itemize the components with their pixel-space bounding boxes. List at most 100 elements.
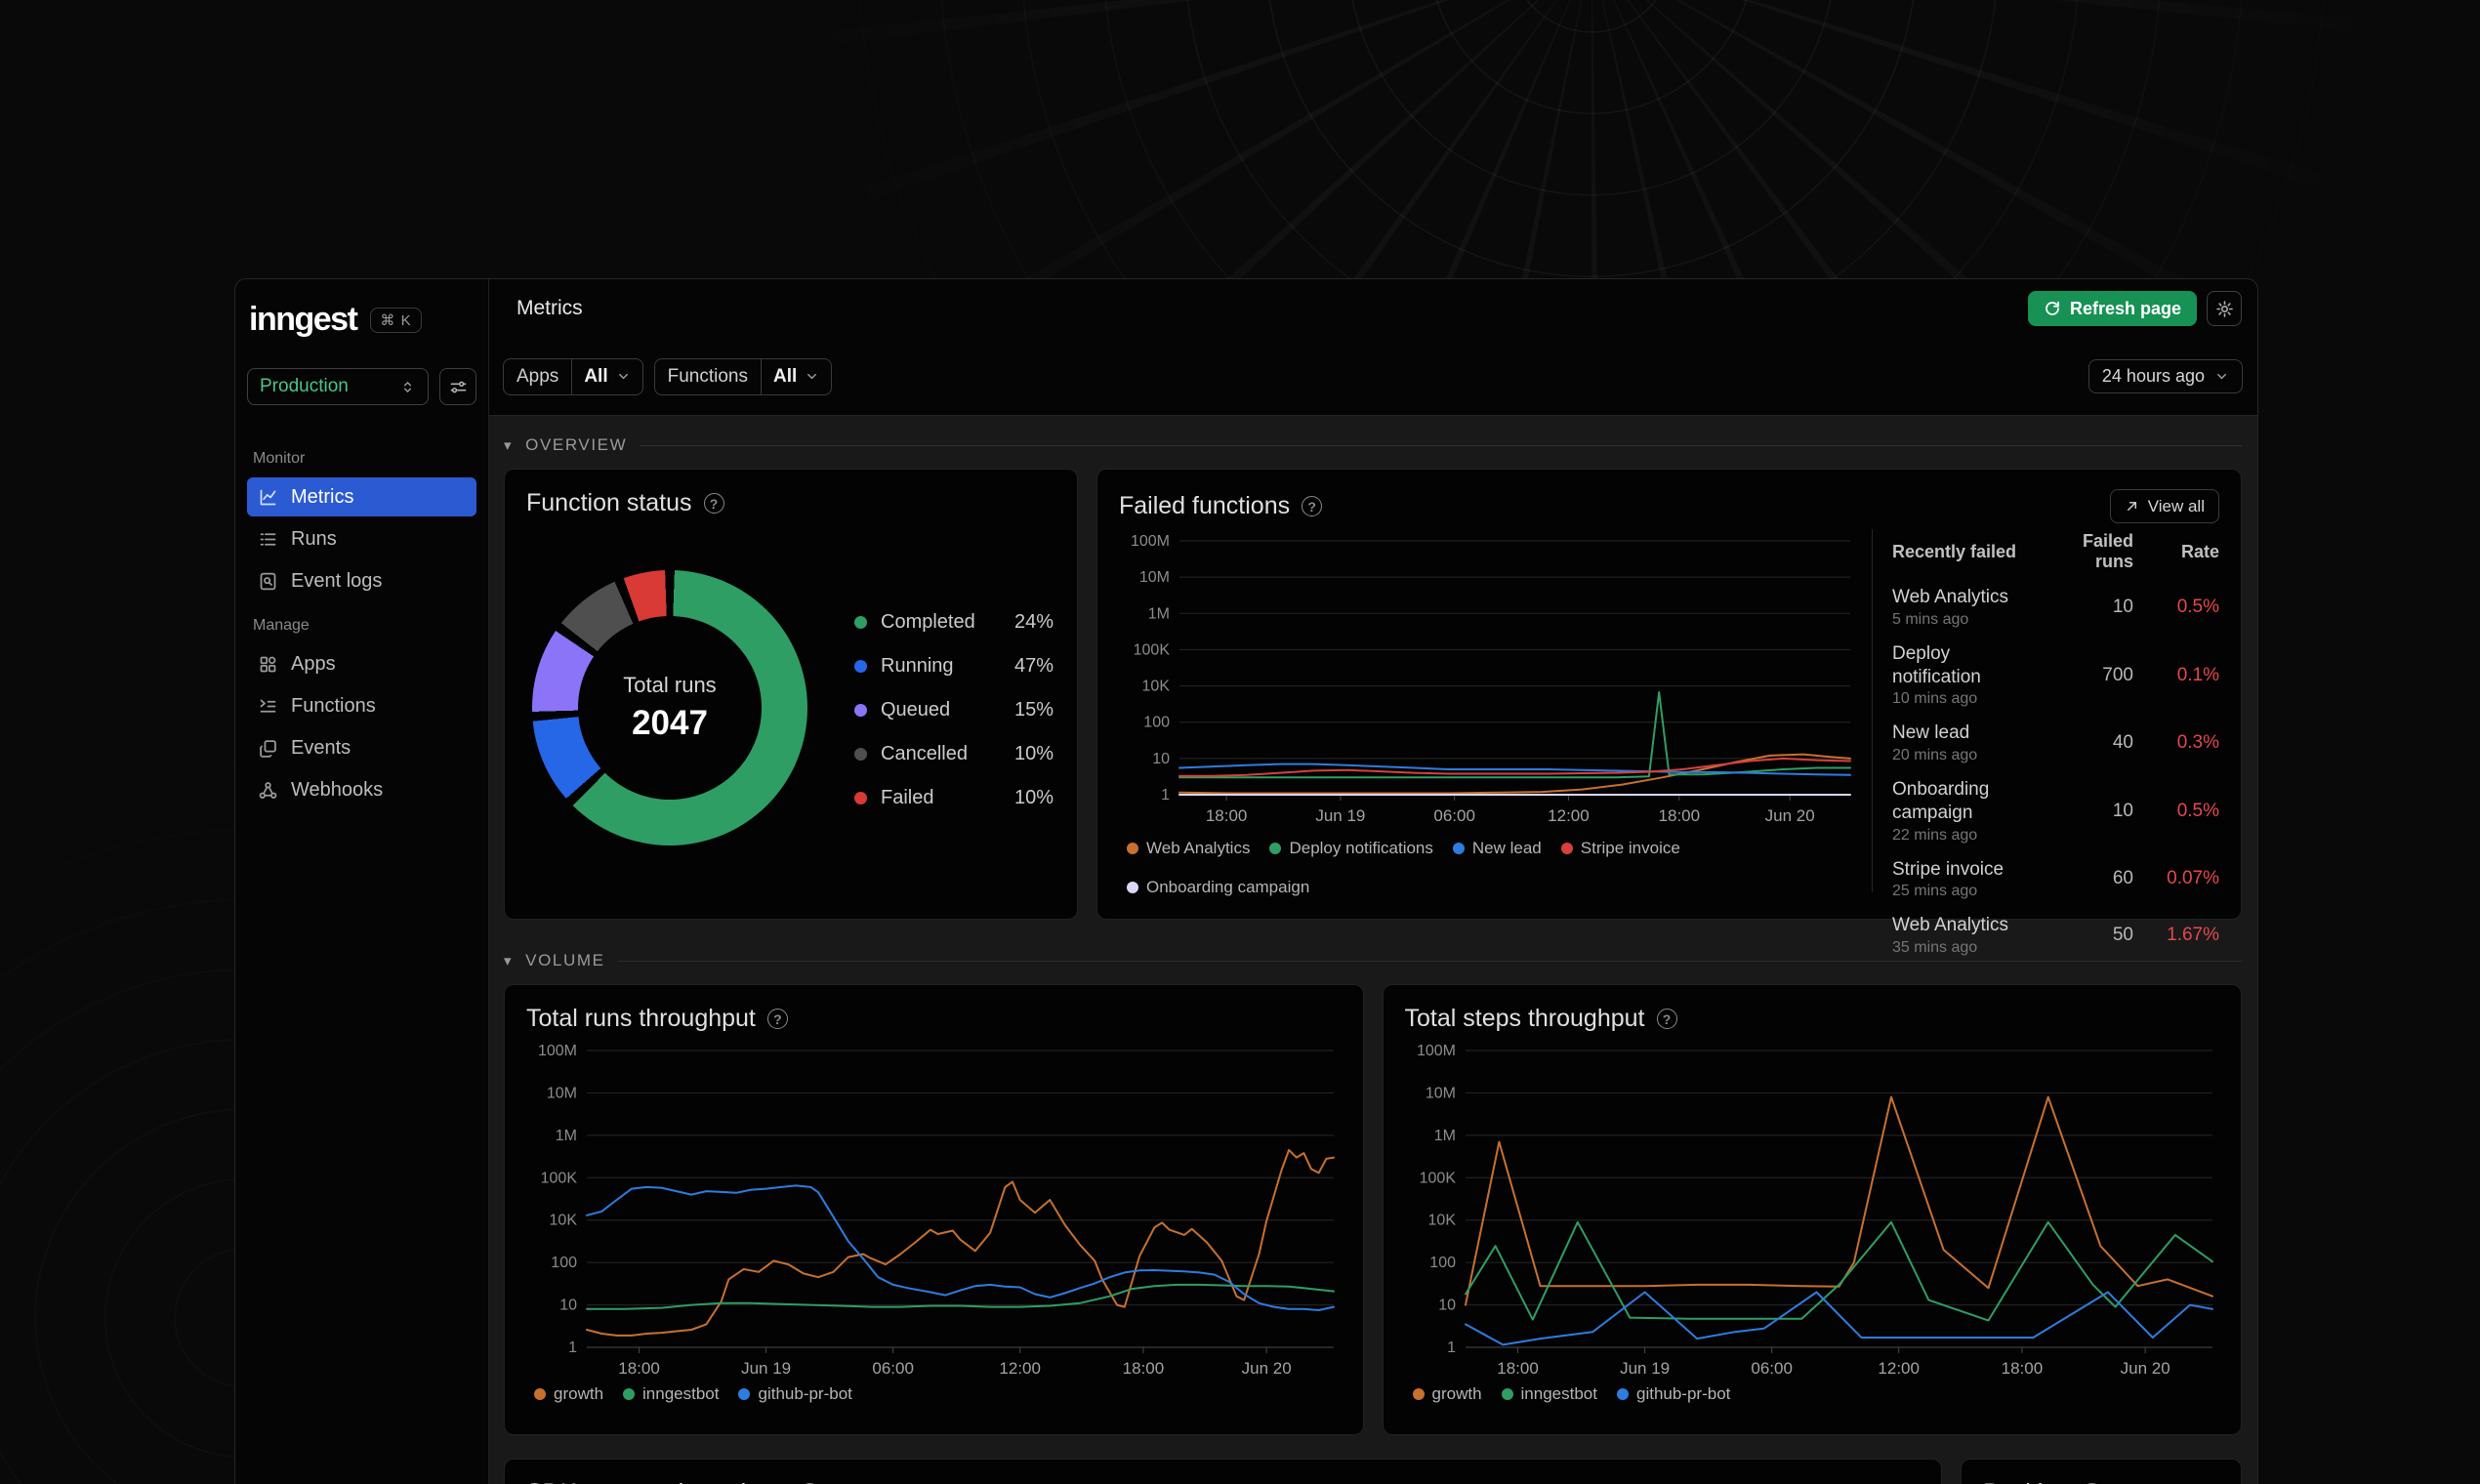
legend-item-queued: Queued 15% (854, 699, 1054, 721)
sidebar-item-events[interactable]: Events (247, 728, 476, 767)
svg-text:18:00: 18:00 (2001, 1359, 2043, 1378)
total-runs-throughput-title: Total runs throughput (526, 1005, 756, 1032)
sidebar-item-event-logs[interactable]: Event logs (247, 561, 476, 600)
sliders-icon (450, 381, 466, 392)
function-status-donut: Total runs 2047 (532, 570, 807, 845)
total-runs-throughput-chart: 100M 10M 1M 100K 10K 100 10 1 18:00 Jun 19 06:00 12… (526, 1039, 1342, 1382)
functions-filter[interactable]: Functions All (653, 357, 833, 395)
svg-text:Jun 19: Jun 19 (741, 1359, 791, 1378)
overview-section-toggle[interactable]: ▾ OVERVIEW (504, 431, 2242, 460)
refresh-icon (2046, 301, 2059, 315)
svg-text:10M: 10M (1425, 1085, 1455, 1101)
svg-text:100: 100 (1429, 1255, 1456, 1271)
svg-text:Jun 20: Jun 20 (1765, 806, 1815, 825)
github-pr-bot-dot (738, 1388, 751, 1400)
help-icon[interactable]: ? (1302, 496, 1323, 516)
svg-text:10M: 10M (547, 1085, 577, 1101)
table-row[interactable]: New lead 20 mins ago 40 0.3% (1892, 721, 2219, 764)
legend-item-failed: Failed 10% (854, 787, 1054, 809)
cancelled-dot (854, 748, 867, 761)
log-search-icon (260, 572, 276, 590)
svg-text:1: 1 (1161, 787, 1170, 804)
function-status-title: Function status (526, 489, 692, 516)
command-k-shortcut-badge[interactable]: ⌘ K (370, 307, 422, 333)
sidebar-item-webhooks[interactable]: Webhooks (247, 770, 476, 809)
app-window: inngest ⌘ K Production Monitor Metrics R… (234, 278, 2258, 1484)
total-steps-throughput-chart: 100M 10M 1M 100K 10K 100 10 1 18:00 Jun 19 06:00 12… (1405, 1039, 2220, 1382)
function-status-card: Function status ? Total runs 2047 Comple… (504, 469, 1078, 920)
svg-text:10K: 10K (550, 1213, 578, 1229)
failed-functions-title: Failed functions (1119, 492, 1291, 519)
queued-dot (854, 704, 867, 717)
total-runs-value: 2047 (632, 704, 708, 742)
help-icon[interactable]: ? (766, 1009, 788, 1029)
content-area: ▾ OVERVIEW Function status ? Total runs … (489, 416, 2257, 1484)
gear-icon (2215, 300, 2233, 317)
svg-text:100M: 100M (1416, 1043, 1455, 1059)
deploy-notifications-dot (1269, 843, 1282, 854)
main-area: Metrics Refresh page Apps All Functions … (489, 279, 2257, 1484)
svg-text:06:00: 06:00 (872, 1359, 914, 1378)
page-title: Metrics (517, 297, 583, 319)
functions-icon (260, 699, 276, 713)
failed-functions-chart: 100M 10M 1M 100K 10K 100 10 1 18:00 Jun 19 06:00 12… (1119, 529, 1858, 835)
donut-legend: Completed 24% Running 47% Queued 15% Can… (854, 611, 1055, 845)
sidebar-item-apps[interactable]: Apps (247, 644, 476, 683)
legend-item-running: Running 47% (854, 655, 1054, 678)
svg-text:10K: 10K (1142, 679, 1171, 695)
apps-grid-icon (260, 656, 276, 672)
help-icon[interactable]: ? (1656, 1009, 1677, 1029)
sdk-request-throughput-card: SDK request throughput ? (504, 1459, 1943, 1484)
sidebar-item-runs[interactable]: Runs (247, 519, 476, 558)
svg-text:100M: 100M (538, 1043, 577, 1059)
section-divider (640, 444, 2242, 446)
sidebar-item-metrics[interactable]: Metrics (247, 477, 476, 516)
svg-text:18:00: 18:00 (1659, 806, 1701, 825)
svg-text:Jun 20: Jun 20 (2120, 1359, 2170, 1378)
settings-button[interactable] (2207, 291, 2242, 326)
environment-filter-button[interactable] (439, 368, 476, 405)
total-steps-throughput-title: Total steps throughput (1404, 1005, 1645, 1032)
refresh-page-button[interactable]: Refresh page (2027, 291, 2197, 326)
svg-text:12:00: 12:00 (1548, 806, 1590, 825)
help-icon[interactable]: ? (703, 493, 724, 514)
svg-text:100: 100 (1143, 715, 1170, 731)
svg-text:12:00: 12:00 (1878, 1359, 1920, 1378)
growth-dot (534, 1388, 546, 1400)
svg-text:12:00: 12:00 (999, 1359, 1041, 1378)
inngest-logo: inngest (249, 301, 358, 338)
functions-filter-label: Functions (655, 358, 762, 394)
chevron-down-icon (618, 373, 628, 380)
backlog-card: Backlog ? (1961, 1459, 2242, 1484)
recently-failed-table: Recently failed Failed runs Rate Web Ana… (1872, 529, 2219, 956)
svg-text:100K: 100K (1134, 641, 1171, 658)
svg-text:06:00: 06:00 (1751, 1359, 1793, 1378)
svg-text:10M: 10M (1139, 569, 1170, 586)
view-all-button[interactable]: View all (2109, 489, 2219, 523)
filter-bar: Apps All Functions All 24 hours ago (489, 338, 2257, 416)
svg-text:18:00: 18:00 (618, 1359, 660, 1378)
apps-filter[interactable]: Apps All (503, 357, 643, 395)
page-header: Metrics Refresh page (489, 279, 2257, 338)
total-runs-legend: growth inngestbot github-pr-bot (534, 1384, 1342, 1404)
table-row[interactable]: Web Analytics 5 mins ago 10 0.5% (1892, 586, 2219, 629)
sidebar-item-functions[interactable]: Functions (247, 686, 476, 725)
desktop-background: inngest ⌘ K Production Monitor Metrics R… (0, 0, 2480, 1484)
table-row[interactable]: Onboarding campaign 22 mins ago 10 0.5% (1892, 778, 2219, 845)
overview-section-label: OVERVIEW (525, 435, 628, 454)
legend-item-completed: Completed 24% (854, 611, 1054, 634)
sidebar-nav: Monitor Metrics Runs Event logs Manage A… (247, 436, 476, 812)
svg-text:Jun 19: Jun 19 (1315, 806, 1365, 825)
webhooks-icon (259, 781, 277, 799)
total-steps-throughput-card: Total steps throughput ? 100M 10M 1M 100K 10… (1382, 984, 2242, 1435)
table-row[interactable]: Stripe invoice 25 mins ago 60 0.07% (1892, 858, 2219, 901)
table-row[interactable]: Deploy notification 10 mins ago 700 0.1% (1892, 642, 2219, 709)
svg-text:10: 10 (1438, 1298, 1456, 1314)
section-divider (617, 960, 2242, 962)
environment-label: Production (260, 376, 349, 396)
environment-select[interactable]: Production (247, 368, 429, 405)
table-row[interactable]: Web Analytics 35 mins ago 50 1.67% (1892, 914, 2219, 957)
time-range-select[interactable]: 24 hours ago (2087, 359, 2243, 393)
svg-text:18:00: 18:00 (1206, 806, 1248, 825)
svg-text:100M: 100M (1131, 533, 1170, 550)
